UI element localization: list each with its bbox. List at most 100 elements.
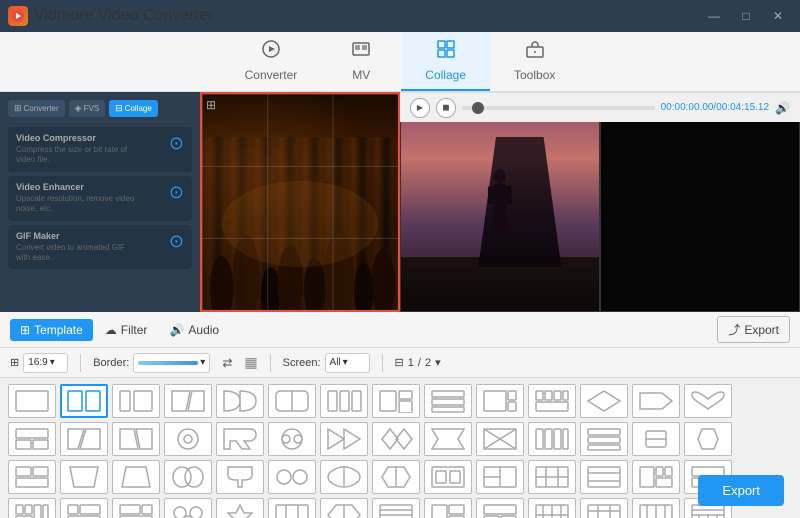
export-icon: ⤴ xyxy=(728,321,740,338)
page-icon: ⊟ xyxy=(395,356,404,369)
export-header-button[interactable]: ⤴ Export xyxy=(717,316,790,343)
collage-cell-r2-12[interactable] xyxy=(580,422,628,456)
screen-select[interactable]: All ▾ xyxy=(325,353,370,373)
collage-cell-r4-5[interactable] xyxy=(216,498,264,518)
collage-cell-r3-5[interactable] xyxy=(216,460,264,494)
collage-cell-trapezoid-left[interactable] xyxy=(164,384,212,418)
collage-cell-r3-4[interactable] xyxy=(164,460,212,494)
dusk-figure xyxy=(460,137,579,268)
collage-cell-r3-12[interactable] xyxy=(580,460,628,494)
collage-cell-four-equal[interactable] xyxy=(528,384,576,418)
title-bar: Vidmore Video Converter — □ ✕ xyxy=(0,0,800,32)
collage-cell-l-shape[interactable] xyxy=(476,384,524,418)
pattern-icon[interactable]: ▦ xyxy=(244,354,257,371)
collage-cell-diamond[interactable] xyxy=(580,384,628,418)
left-panel-video-compressor[interactable]: Video Compressor Compress the size or bi… xyxy=(8,127,192,172)
border-color-bar xyxy=(138,361,198,365)
volume-icon[interactable]: 🔊 xyxy=(775,101,790,115)
collage-cell-curved[interactable] xyxy=(216,384,264,418)
collage-cell-r4-11[interactable] xyxy=(528,498,576,518)
screen-value: All xyxy=(330,357,341,368)
mv-icon xyxy=(351,39,371,64)
collage-cell-r2-14[interactable] xyxy=(684,422,732,456)
collage-cell-r4-3[interactable] xyxy=(112,498,160,518)
collage-cell-heart[interactable] xyxy=(684,384,732,418)
app-title: Vidmore Video Converter xyxy=(34,7,213,25)
collage-cell-r4-13[interactable] xyxy=(632,498,680,518)
collage-cell-r3-6[interactable] xyxy=(268,460,316,494)
tab-converter[interactable]: Converter xyxy=(221,32,322,91)
collage-cell-r4-1[interactable] xyxy=(8,498,56,518)
enhancer-desc: Upscale resolution, remove videonoise, e… xyxy=(16,194,134,215)
collage-cell-r3-9[interactable] xyxy=(424,460,472,494)
ctrl-tab-filter[interactable]: ☁ Filter xyxy=(95,319,158,341)
aspect-ratio-select[interactable]: 16:9 ▾ xyxy=(23,353,68,373)
collage-cell-r2-7[interactable] xyxy=(320,422,368,456)
collage-cell-r4-12[interactable] xyxy=(580,498,628,518)
tab-mv[interactable]: MV xyxy=(321,32,401,91)
minimize-button[interactable]: — xyxy=(700,6,728,26)
play-button[interactable]: ▶ xyxy=(410,98,430,118)
collage-cell-rounded[interactable] xyxy=(268,384,316,418)
collage-cell-arrow-right[interactable] xyxy=(632,384,680,418)
collage-cell-three-rows[interactable] xyxy=(424,384,472,418)
toolbox-icon xyxy=(525,39,545,64)
collage-cell-two-unequal[interactable] xyxy=(112,384,160,418)
collage-cell-r4-9[interactable] xyxy=(424,498,472,518)
collage-cell-r4-6[interactable] xyxy=(268,498,316,518)
collage-cell-r3-1[interactable] xyxy=(8,460,56,494)
collage-cell-r2-2[interactable] xyxy=(60,422,108,456)
collage-cell-r3-10[interactable] xyxy=(476,460,524,494)
progress-track[interactable] xyxy=(462,106,655,110)
collage-cell-r3-8[interactable] xyxy=(372,460,420,494)
collage-cell-single[interactable] xyxy=(8,384,56,418)
export-main-button[interactable]: Export xyxy=(698,475,784,506)
collage-cell-r2-5[interactable] xyxy=(216,422,264,456)
collage-cell-r3-7[interactable] xyxy=(320,460,368,494)
maximize-button[interactable]: □ xyxy=(732,6,760,26)
collage-cell-three-equal[interactable] xyxy=(320,384,368,418)
ctrl-tab-template[interactable]: ⊞ Template xyxy=(10,319,93,341)
stop-button[interactable]: ◼ xyxy=(436,98,456,118)
tab-collage[interactable]: Collage xyxy=(401,32,490,91)
video-right-area xyxy=(400,92,800,312)
progress-thumb[interactable] xyxy=(472,102,484,114)
left-panel-gif-maker[interactable]: GIF Maker Convert video to animated GIFw… xyxy=(8,225,192,270)
tab-toolbox[interactable]: Toolbox xyxy=(490,32,579,91)
ctrl-tab-audio[interactable]: 🔊 Audio xyxy=(159,319,229,341)
collage-cell-r4-8[interactable] xyxy=(372,498,420,518)
collage-cell-r2-8[interactable] xyxy=(372,422,420,456)
aspect-ratio-value: 16:9 xyxy=(28,357,47,368)
collage-cell-r2-10[interactable] xyxy=(476,422,524,456)
collage-cell-r2-11[interactable] xyxy=(528,422,576,456)
collage-cell-r2-6[interactable] xyxy=(268,422,316,456)
collage-cell-r2-3[interactable] xyxy=(112,422,160,456)
close-button[interactable]: ✕ xyxy=(764,6,792,26)
collage-cell-r2-13[interactable] xyxy=(632,422,680,456)
left-panel-video-enhancer[interactable]: Video Enhancer Upscale resolution, remov… xyxy=(8,176,192,221)
tab-collage-label: Collage xyxy=(425,68,466,82)
collage-cell-r4-2[interactable] xyxy=(60,498,108,518)
collage-cell-r2-9[interactable] xyxy=(424,422,472,456)
divider-1 xyxy=(80,354,81,372)
left-tab-converter[interactable]: ⊞Converter xyxy=(8,100,65,117)
collage-cell-r3-3[interactable] xyxy=(112,460,160,494)
swap-icon[interactable]: ⇄ xyxy=(222,356,232,370)
collage-cell-r3-11[interactable] xyxy=(528,460,576,494)
filter-icon: ☁ xyxy=(105,323,117,337)
collage-cell-r3-2[interactable] xyxy=(60,460,108,494)
collage-cell-r2-1[interactable] xyxy=(8,422,56,456)
border-select[interactable]: ▾ xyxy=(133,353,210,373)
collage-cell-two-equal[interactable] xyxy=(60,384,108,418)
collage-cell-three-stacked-right[interactable] xyxy=(372,384,420,418)
collage-icon xyxy=(436,39,456,64)
collage-cell-r4-4[interactable] xyxy=(164,498,212,518)
collage-cell-r2-4[interactable] xyxy=(164,422,212,456)
collage-cell-r4-7[interactable] xyxy=(320,498,368,518)
collage-cell-r3-13[interactable] xyxy=(632,460,680,494)
tab-mv-label: MV xyxy=(352,68,370,82)
left-tab-fvs[interactable]: ◈FVS xyxy=(69,100,105,117)
left-tab-collage[interactable]: ⊟Collage xyxy=(109,100,158,117)
collage-row-3 xyxy=(8,460,792,494)
collage-cell-r4-10[interactable] xyxy=(476,498,524,518)
